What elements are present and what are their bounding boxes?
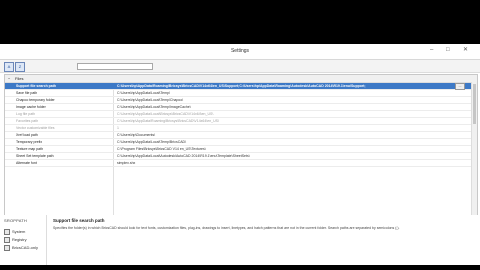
window-title: Settings bbox=[230, 48, 250, 54]
setting-label: Xref load path bbox=[16, 133, 38, 137]
setting-value[interactable]: C:\Users\hp\AppData\Roaming\Bricsys\Bric… bbox=[117, 83, 462, 89]
setting-row-support-file-search-path[interactable]: Support file search path C:\Users\hp\App… bbox=[5, 83, 477, 90]
nav-item-label: System bbox=[12, 229, 26, 235]
setting-row-texture-map-path[interactable]: Texture map path C:\Program Files\Bricsy… bbox=[5, 146, 477, 153]
nav-pane: SROPPATH System Registry BricsCAD-only bbox=[0, 215, 47, 265]
setting-value[interactable]: C:\Users\hp\AppData\Local\Autodesk\AutoC… bbox=[117, 153, 462, 159]
description-text: Specifies the folder(s) in which BricsCA… bbox=[53, 226, 400, 230]
setting-label: Save file path bbox=[16, 91, 38, 95]
setting-row-xref-load-path[interactable]: Xref load path C:\Users\hp\Documents\ bbox=[5, 132, 477, 139]
scrollbar-thumb[interactable] bbox=[473, 84, 476, 124]
setting-label: Image cache folder bbox=[16, 105, 46, 109]
computer-icon bbox=[4, 229, 10, 235]
setting-label: Temporary prefix bbox=[16, 140, 43, 144]
group-label: Files bbox=[15, 76, 24, 81]
bricscad-icon bbox=[4, 245, 10, 251]
description-pane: Support file search path Specifies the f… bbox=[47, 215, 480, 265]
setting-value[interactable]: C:\Users\hp\AppData\Local\Temp\ImageCach… bbox=[117, 104, 462, 110]
setting-row-vector-customizable-files[interactable]: Vector customizable files 1 bbox=[5, 125, 477, 132]
minimize-button[interactable]: – bbox=[430, 47, 433, 54]
close-button[interactable]: ✕ bbox=[463, 47, 468, 54]
setting-row-temporary-prefix[interactable]: Temporary prefix C:\Users\hp\AppData\Loc… bbox=[5, 139, 477, 146]
setting-row-chapoo-temp-folder[interactable]: Chapoo temporary folder C:\Users\hp\AppD… bbox=[5, 97, 477, 104]
setting-value[interactable]: simplex.shx bbox=[117, 160, 462, 166]
setting-row-image-cache-folder[interactable]: Image cache folder C:\Users\hp\AppData\L… bbox=[5, 104, 477, 111]
nav-item-label: Registry bbox=[12, 237, 27, 243]
setting-label: Vector customizable files bbox=[16, 126, 55, 130]
setting-label: Favorites path bbox=[16, 119, 39, 123]
toolbar: A Z bbox=[0, 60, 480, 73]
setting-value[interactable]: 1 bbox=[117, 125, 462, 131]
setting-value[interactable]: C:\Users\hp\AppData\Local\Bricsys\BricsC… bbox=[117, 111, 462, 117]
settings-grid: − Files Support file search path C:\User… bbox=[4, 74, 478, 216]
nav-item-bricscad-only[interactable]: BricsCAD-only bbox=[4, 245, 38, 251]
sort-category-icon[interactable]: Z bbox=[15, 62, 25, 72]
nav-item-system[interactable]: System bbox=[4, 229, 25, 235]
collapse-icon[interactable]: − bbox=[8, 76, 10, 81]
setting-value[interactable]: C:\Users\hp\AppData\Local\Temp\BricsCAD\ bbox=[117, 139, 462, 145]
setting-value[interactable]: C:\Users\hp\AppData\Local\Temp\Chapoo\ bbox=[117, 97, 462, 103]
setting-row-log-file-path[interactable]: Log file path C:\Users\hp\AppData\Local\… bbox=[5, 111, 477, 118]
setting-value[interactable]: C:\Users\hp\Documents\ bbox=[117, 132, 462, 138]
settings-window: Settings – □ ✕ A Z − Files Support file … bbox=[0, 44, 480, 221]
setting-value[interactable]: C:\Program Files\Bricsys\BricsCAD V14 en… bbox=[117, 146, 462, 152]
maximize-button[interactable]: □ bbox=[446, 47, 450, 54]
registry-icon bbox=[4, 237, 10, 243]
variable-name: SROPPATH bbox=[4, 218, 28, 223]
title-bar: Settings – □ ✕ bbox=[0, 44, 480, 60]
setting-row-alternate-font[interactable]: Alternate font simplex.shx bbox=[5, 160, 477, 167]
setting-row-favorites-path[interactable]: Favorites path C:\Users\hp\AppData\Roami… bbox=[5, 118, 477, 125]
search-input[interactable] bbox=[77, 63, 153, 70]
nav-item-registry[interactable]: Registry bbox=[4, 237, 27, 243]
setting-label: Sheet Set template path bbox=[16, 154, 54, 158]
vertical-scrollbar[interactable] bbox=[471, 82, 477, 215]
group-header-files[interactable]: − Files bbox=[5, 75, 477, 83]
setting-row-save-file-path[interactable]: Save file path C:\Users\hp\AppData\Local… bbox=[5, 90, 477, 97]
browse-button[interactable]: ... bbox=[455, 83, 465, 90]
nav-item-label: BricsCAD-only bbox=[12, 245, 39, 251]
setting-label: Alternate font bbox=[16, 161, 37, 165]
setting-label: Texture map path bbox=[16, 147, 44, 151]
description-title: Support file search path bbox=[53, 218, 105, 223]
sort-alphabetical-icon[interactable]: A bbox=[4, 62, 14, 72]
setting-value[interactable]: C:\Users\hp\AppData\Local\Temp\ bbox=[117, 90, 462, 96]
setting-value[interactable]: C:\Users\hp\AppData\Roaming\Bricsys\Bric… bbox=[117, 118, 462, 124]
setting-label: Log file path bbox=[16, 112, 36, 116]
setting-label: Chapoo temporary folder bbox=[16, 98, 55, 102]
setting-row-sheet-set-template-path[interactable]: Sheet Set template path C:\Users\hp\AppD… bbox=[5, 153, 477, 160]
setting-label: Support file search path bbox=[16, 84, 57, 88]
